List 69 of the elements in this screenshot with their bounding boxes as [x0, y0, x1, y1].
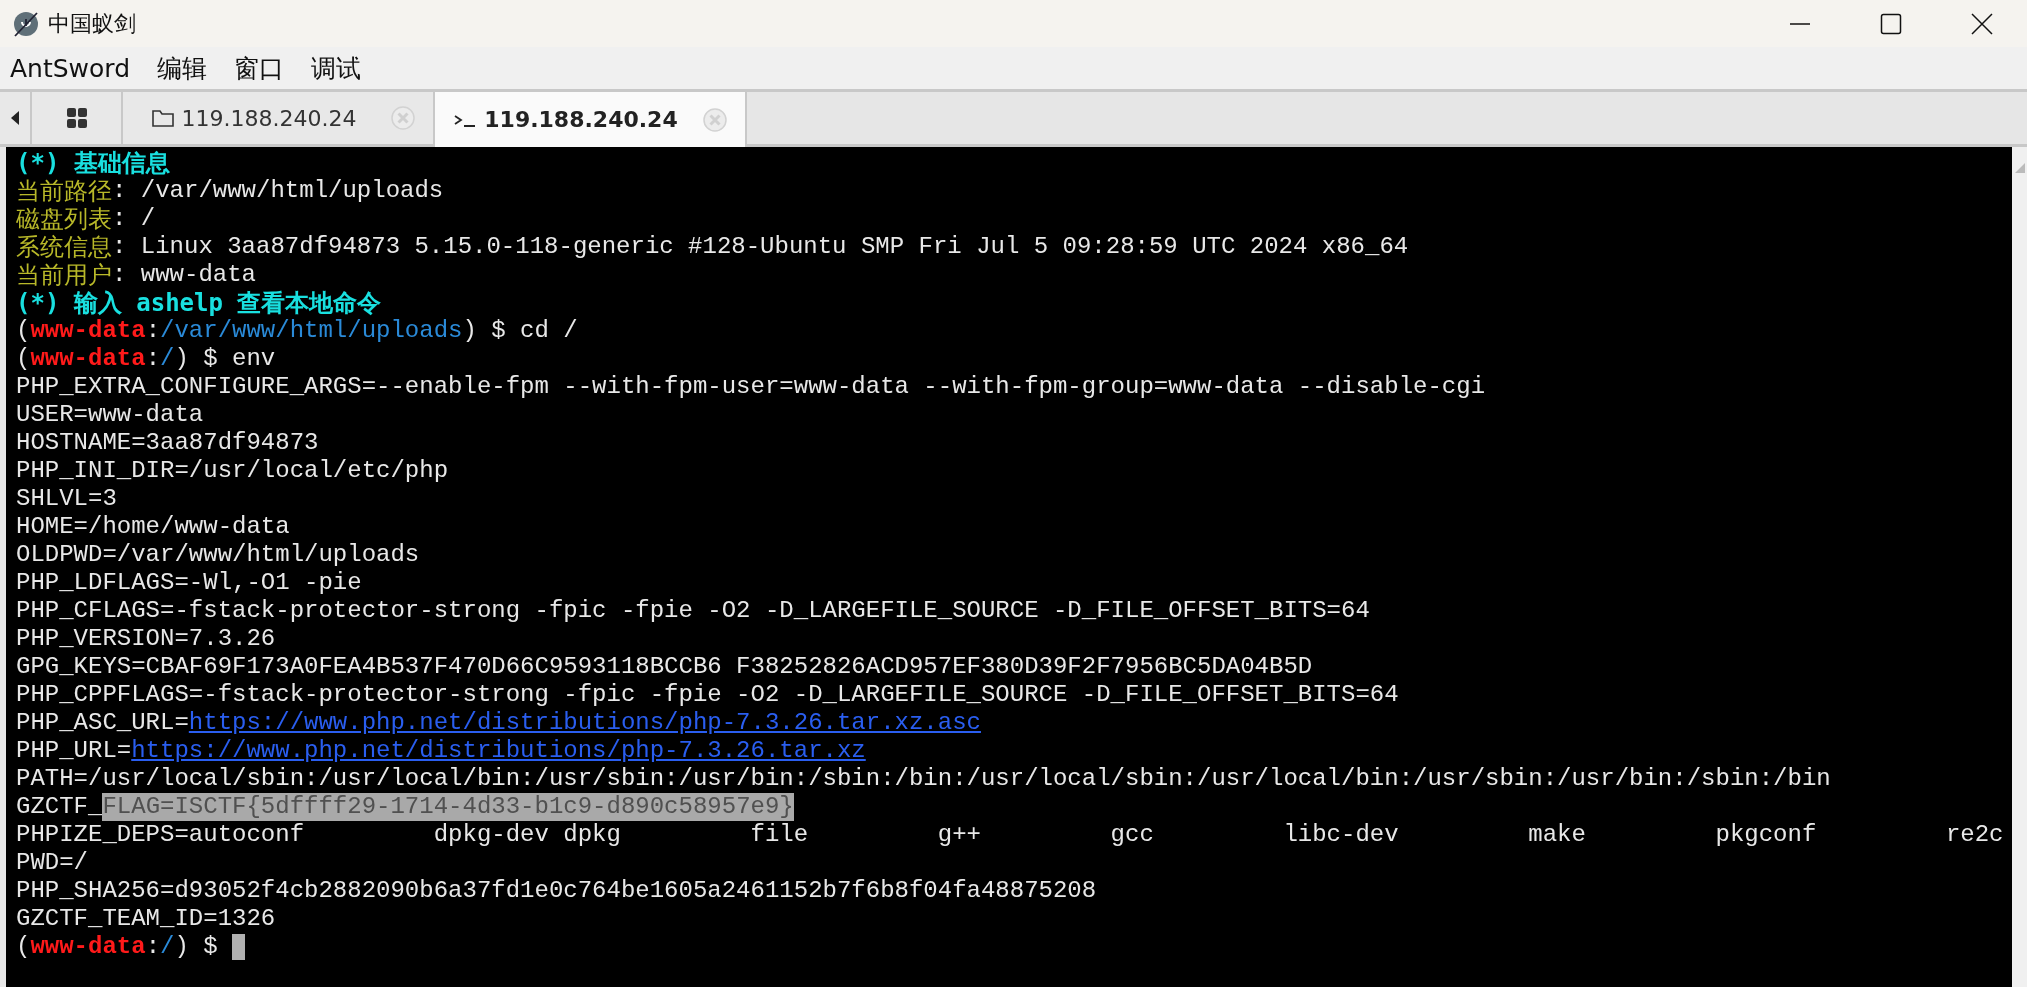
- terminal-text: PHP_EXTRA_CONFIGURE_ARGS=--enable-fpm --with-fpm-user=www-data --with-fpm-group=www-data --disable-cgi: [16, 373, 1486, 401]
- section-heading: (*) 基础信息: [16, 149, 170, 177]
- menu-item[interactable]: 窗口: [234, 51, 285, 85]
- terminal-text: GPG_KEYS=CBAF69F173A0FEA4B537F470D66C9593118BCCB6 F38252826ACD957EF380D39F2F7956BC5DA04B5D: [16, 653, 1313, 681]
- terminal-text: PWD=/: [16, 849, 88, 877]
- terminal-text: USER=www-data: [16, 401, 204, 429]
- tab-label: 119.188.240.24: [181, 105, 357, 131]
- terminal-text: SHLVL=3: [16, 485, 117, 513]
- info-label: 当前路径: [16, 177, 112, 205]
- prompt-user: www-data: [30, 345, 146, 373]
- menu-item[interactable]: 编辑: [157, 51, 208, 85]
- terminal-text: PHP_VERSION=7.3.26: [16, 625, 276, 653]
- url-link[interactable]: https://www.php.net/distributions/php-7.3.26.tar.xz: [131, 737, 866, 765]
- terminal-text: ) $: [174, 933, 218, 961]
- terminal-text: ) $ cd /: [462, 317, 578, 345]
- grid-icon: [66, 108, 87, 128]
- terminal-text: HOSTNAME=3aa87df94873: [16, 429, 319, 457]
- terminal-text: PHP_URL=: [16, 737, 132, 765]
- terminal-text: (: [16, 345, 31, 373]
- terminal-text: : www-data: [112, 261, 257, 289]
- folder-icon: [151, 109, 174, 127]
- prompt-user: www-data: [30, 317, 146, 345]
- window-title: 中国蚁剑: [48, 9, 136, 38]
- close-icon[interactable]: [703, 107, 727, 132]
- tab[interactable]: 119.188.240.24: [435, 92, 747, 147]
- terminal-text: :: [145, 317, 161, 345]
- terminal-text: PHP_SHA256=d93052f4cb2882090b6a37fd1e0c764be1605a2461152b7f6b8f04fa48875208: [16, 877, 1097, 905]
- terminal-text: :: [145, 345, 161, 373]
- terminal-text: PHP_INI_DIR=/usr/local/etc/php: [16, 457, 449, 485]
- prompt-path: /var/www/html/uploads: [160, 317, 463, 345]
- prompt-user: www-data: [30, 933, 146, 961]
- terminal-text: GZCTF_TEAM_ID=1326: [16, 905, 276, 933]
- terminal-text: PHP_LDFLAGS=-Wl,-O1 -pie: [16, 569, 362, 597]
- terminal-text: ) $ env: [174, 345, 276, 373]
- minimize-icon: [1788, 22, 1811, 25]
- info-label: 磁盘列表: [16, 205, 112, 233]
- terminal-text: PHPIZE_DEPS=autoconf dpkg-dev dpkg file g++ gcc libc-dev make pkgconf re2c: [16, 821, 2004, 849]
- text-cursor: [231, 934, 245, 960]
- info-label: 当前用户: [16, 261, 112, 289]
- terminal-text: PHP_ASC_URL=: [16, 709, 189, 737]
- terminal-text: : /: [112, 205, 156, 233]
- menu-item[interactable]: AntSword: [10, 53, 131, 83]
- maximize-icon: [1879, 12, 1902, 35]
- info-label: 系统信息: [16, 233, 112, 261]
- prompt-path: /: [160, 345, 175, 373]
- terminal-text: :: [145, 933, 161, 961]
- terminal-text: GZCTF_: [16, 793, 103, 821]
- terminal-text: PHP_CFLAGS=-fstack-protector-strong -fpic -fpie -O2 -D_LARGEFILE_SOURCE -D_FILE_OFFSET_BITS=64: [16, 597, 1370, 625]
- selected-text: FLAG=ISCTF{5dffff29-1714-4d33-b1c9-d890c58957e9}: [102, 793, 794, 821]
- terminal-text: OLDPWD=/var/www/html/uploads: [16, 541, 420, 569]
- terminal-icon: [454, 112, 477, 127]
- terminal-text: (: [16, 317, 31, 345]
- tab-label: 119.188.240.24: [484, 107, 678, 132]
- terminal-text: : /var/www/html/uploads: [112, 177, 444, 205]
- terminal-text: (: [16, 933, 31, 961]
- terminal-text: HOME=/home/www-data: [16, 513, 290, 541]
- resize-corner-icon: [2015, 163, 2025, 173]
- close-icon: [1970, 12, 1993, 35]
- url-link[interactable]: https://www.php.net/distributions/php-7.3.26.tar.xz.asc: [188, 709, 981, 737]
- close-icon[interactable]: [391, 106, 415, 130]
- terminal-text: PATH=/usr/local/sbin:/usr/local/bin:/usr/sbin:/usr/bin:/sbin:/bin:/usr/local/sbin:/usr/local/bin:/usr/sbin:/usr/bin:/sbin:/bin: [16, 765, 1831, 793]
- menu-item[interactable]: 调试: [311, 51, 362, 85]
- prompt-path: /: [160, 933, 175, 961]
- terminal-text: : Linux 3aa87df94873 5.15.0-118-generic #128-Ubuntu SMP Fri Jul 5 09:28:59 UTC 2024 x86_64: [112, 233, 1409, 261]
- scrollbar[interactable]: [2012, 147, 2027, 987]
- caret-left-icon: [11, 111, 19, 125]
- app-logo-icon: [12, 9, 40, 38]
- terminal-text: PHP_CPPFLAGS=-fstack-protector-strong -fpic -fpie -O2 -D_LARGEFILE_SOURCE -D_FILE_OFFSET_BITS=64: [16, 681, 1399, 709]
- section-heading: (*) 输入 ashelp 查看本地命令: [16, 289, 382, 317]
